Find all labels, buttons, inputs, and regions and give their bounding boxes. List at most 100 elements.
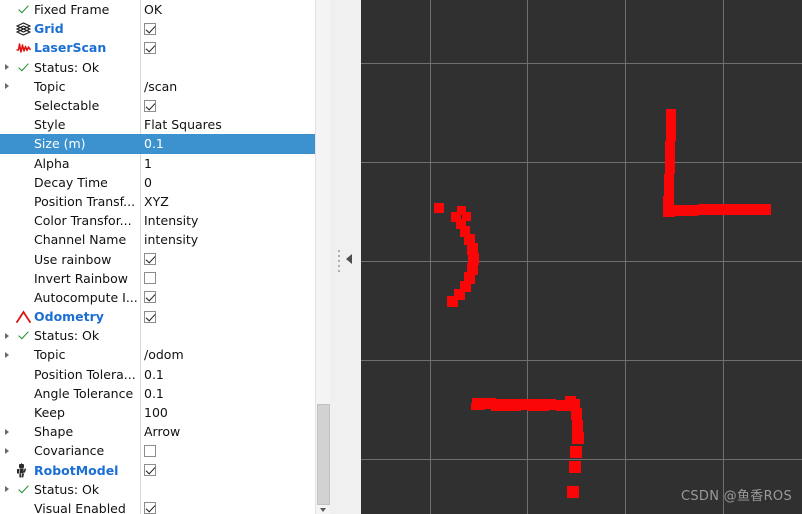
property-row-list: Fixed Frame OK Grid LaserScan Status: Ok Topi… bbox=[0, 0, 315, 514]
property-value-cell[interactable]: 100 bbox=[144, 403, 168, 422]
property-row[interactable]: Decay Time 0 bbox=[0, 173, 315, 192]
property-value-cell[interactable] bbox=[144, 249, 156, 268]
property-name: Position Tolera... bbox=[34, 366, 136, 382]
expand-arrow-icon[interactable] bbox=[0, 441, 13, 460]
property-value-cell[interactable]: Flat Squares bbox=[144, 115, 222, 134]
property-value-cell[interactable]: 0.1 bbox=[144, 365, 164, 384]
expand-arrow-icon[interactable] bbox=[0, 422, 13, 441]
checkbox-icon[interactable] bbox=[144, 444, 156, 457]
property-value-cell[interactable] bbox=[144, 19, 156, 38]
property-value-cell[interactable] bbox=[144, 499, 156, 514]
icon-placeholder bbox=[13, 499, 34, 514]
property-value-cell[interactable] bbox=[144, 461, 156, 480]
property-value-cell[interactable]: /scan bbox=[144, 77, 177, 96]
property-row[interactable]: Position Tolera... 0.1 bbox=[0, 365, 315, 384]
grid-line-vertical bbox=[625, 0, 626, 514]
laserscan-point bbox=[674, 205, 686, 216]
property-value-cell[interactable]: OK bbox=[144, 0, 162, 19]
property-value-cell[interactable]: /odom bbox=[144, 345, 184, 364]
property-value-cell[interactable] bbox=[144, 307, 156, 326]
property-row[interactable]: Channel Name intensity bbox=[0, 230, 315, 249]
property-row[interactable]: Covariance bbox=[0, 441, 315, 460]
checkbox-icon[interactable] bbox=[144, 41, 156, 54]
property-value-cell[interactable] bbox=[144, 269, 156, 288]
property-name: Autocompute I... bbox=[34, 289, 138, 305]
displays-vertical-scrollbar[interactable] bbox=[315, 0, 330, 514]
laserscan-point bbox=[567, 486, 579, 498]
property-value-text: /odom bbox=[144, 347, 184, 363]
property-value-cell[interactable] bbox=[144, 96, 156, 115]
status-ok-check-icon-slot bbox=[13, 326, 34, 345]
expand-arrow-icon[interactable] bbox=[0, 326, 13, 345]
scrollbar-thumb[interactable] bbox=[317, 404, 330, 505]
property-row[interactable]: Shape Arrow bbox=[0, 422, 315, 441]
property-value-cell[interactable] bbox=[144, 288, 156, 307]
checkbox-icon[interactable] bbox=[144, 464, 156, 477]
property-row[interactable]: Selectable bbox=[0, 96, 315, 115]
grid-line-vertical bbox=[527, 0, 528, 514]
property-name: Grid bbox=[34, 21, 64, 37]
property-value-text: 100 bbox=[144, 405, 168, 421]
property-row[interactable]: Visual Enabled bbox=[0, 499, 315, 514]
property-row[interactable]: Color Transfor... Intensity bbox=[0, 211, 315, 230]
displays-property-tree[interactable]: Fixed Frame OK Grid LaserScan Status: Ok Topi… bbox=[0, 0, 315, 514]
expand-arrow-icon[interactable] bbox=[0, 77, 13, 96]
checkbox-icon[interactable] bbox=[144, 502, 156, 514]
property-value-cell[interactable]: 1 bbox=[144, 154, 152, 173]
property-row[interactable]: Position Transf... XYZ bbox=[0, 192, 315, 211]
property-row[interactable]: Invert Rainbow bbox=[0, 269, 315, 288]
laserscan-point bbox=[434, 203, 444, 213]
panel-splitter[interactable] bbox=[330, 0, 361, 514]
row-indent bbox=[0, 134, 13, 153]
property-value-cell[interactable]: 0.1 bbox=[144, 134, 164, 153]
chevron-left-icon[interactable] bbox=[346, 254, 352, 264]
property-value-text: XYZ bbox=[144, 193, 169, 209]
row-indent bbox=[0, 384, 13, 403]
status-ok-check-icon bbox=[18, 4, 29, 15]
property-value-cell[interactable] bbox=[144, 38, 156, 57]
expand-arrow-icon[interactable] bbox=[0, 480, 13, 499]
property-row[interactable]: Grid bbox=[0, 19, 315, 38]
checkbox-icon[interactable] bbox=[144, 291, 156, 304]
property-value-cell[interactable]: 0 bbox=[144, 173, 152, 192]
property-row[interactable]: Style Flat Squares bbox=[0, 115, 315, 134]
property-row[interactable]: Status: Ok bbox=[0, 480, 315, 499]
property-value-cell[interactable] bbox=[144, 441, 156, 460]
render-viewport-3d[interactable]: CSDN @鱼香ROS bbox=[361, 0, 802, 514]
checkbox-icon[interactable] bbox=[144, 99, 156, 112]
property-row[interactable]: Angle Tolerance 0.1 bbox=[0, 384, 315, 403]
laserscan-point bbox=[572, 432, 584, 444]
expand-arrow-icon[interactable] bbox=[0, 58, 13, 77]
property-row[interactable]: Size (m) 0.1 bbox=[0, 134, 315, 154]
property-value-cell[interactable]: 0.1 bbox=[144, 384, 164, 403]
checkbox-icon[interactable] bbox=[144, 253, 156, 266]
checkbox-icon[interactable] bbox=[144, 310, 156, 323]
checkbox-icon[interactable] bbox=[144, 22, 156, 35]
property-row[interactable]: LaserScan bbox=[0, 38, 315, 57]
property-name: Invert Rainbow bbox=[34, 270, 128, 286]
laserscan-point bbox=[572, 420, 583, 432]
checkbox-icon[interactable] bbox=[144, 272, 156, 285]
property-row[interactable]: Use rainbow bbox=[0, 249, 315, 268]
property-row[interactable]: Keep 100 bbox=[0, 403, 315, 422]
property-value-cell[interactable]: XYZ bbox=[144, 192, 169, 211]
property-row[interactable]: Status: Ok bbox=[0, 58, 315, 77]
property-row[interactable]: Status: Ok bbox=[0, 326, 315, 345]
splitter-grip-dots bbox=[338, 250, 341, 272]
property-row[interactable]: Autocompute I... bbox=[0, 288, 315, 307]
property-row[interactable]: Topic/odom bbox=[0, 345, 315, 364]
expand-arrow-icon[interactable] bbox=[0, 345, 13, 364]
property-value-cell[interactable]: intensity bbox=[144, 230, 198, 249]
property-value-cell[interactable]: Arrow bbox=[144, 422, 180, 441]
property-value-cell[interactable]: Intensity bbox=[144, 211, 198, 230]
property-row[interactable]: Odometry bbox=[0, 307, 315, 326]
odometry-icon-slot bbox=[13, 307, 34, 326]
property-row[interactable]: Topic/scan bbox=[0, 77, 315, 96]
status-ok-check-icon-slot bbox=[13, 0, 34, 19]
property-row[interactable]: Alpha 1 bbox=[0, 154, 315, 173]
property-row[interactable]: RobotModel bbox=[0, 461, 315, 480]
property-row[interactable]: Fixed Frame OK bbox=[0, 0, 315, 19]
laserscan-point bbox=[686, 205, 698, 216]
chevron-down-icon[interactable] bbox=[317, 505, 330, 514]
row-indent bbox=[0, 288, 13, 307]
